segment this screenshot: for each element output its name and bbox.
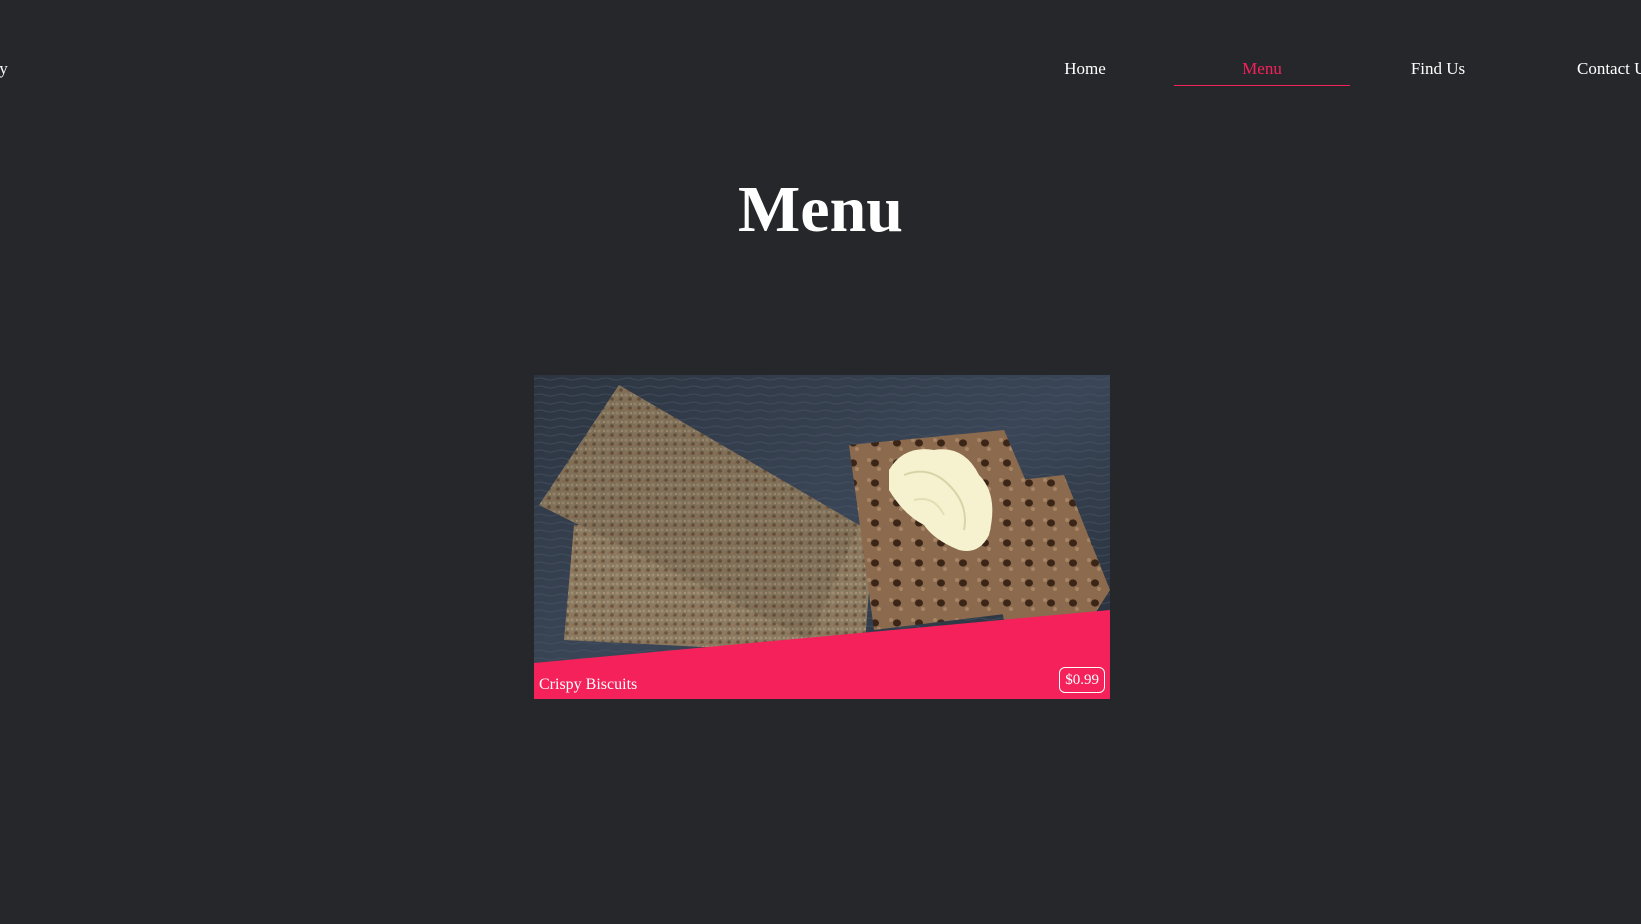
nav-item-find-us[interactable]: Find Us [1350, 59, 1526, 85]
menu-item-price: $0.99 [1059, 667, 1105, 693]
nav-item-contact-us[interactable]: Contact Us [1527, 59, 1641, 85]
price-band [534, 610, 1110, 699]
menu-item-card[interactable]: Crispy Biscuits $0.99 [534, 375, 1110, 699]
main-nav: Home Menu Find Us Contact Us [0, 0, 1641, 100]
nav-item-home[interactable]: Home [997, 59, 1173, 85]
menu-item-name: Crispy Biscuits [539, 676, 638, 693]
page: akery Home Menu Find Us Contact Us Menu [0, 0, 1641, 924]
page-title: Menu [738, 173, 903, 246]
nav-item-menu[interactable]: Menu [1174, 59, 1350, 86]
